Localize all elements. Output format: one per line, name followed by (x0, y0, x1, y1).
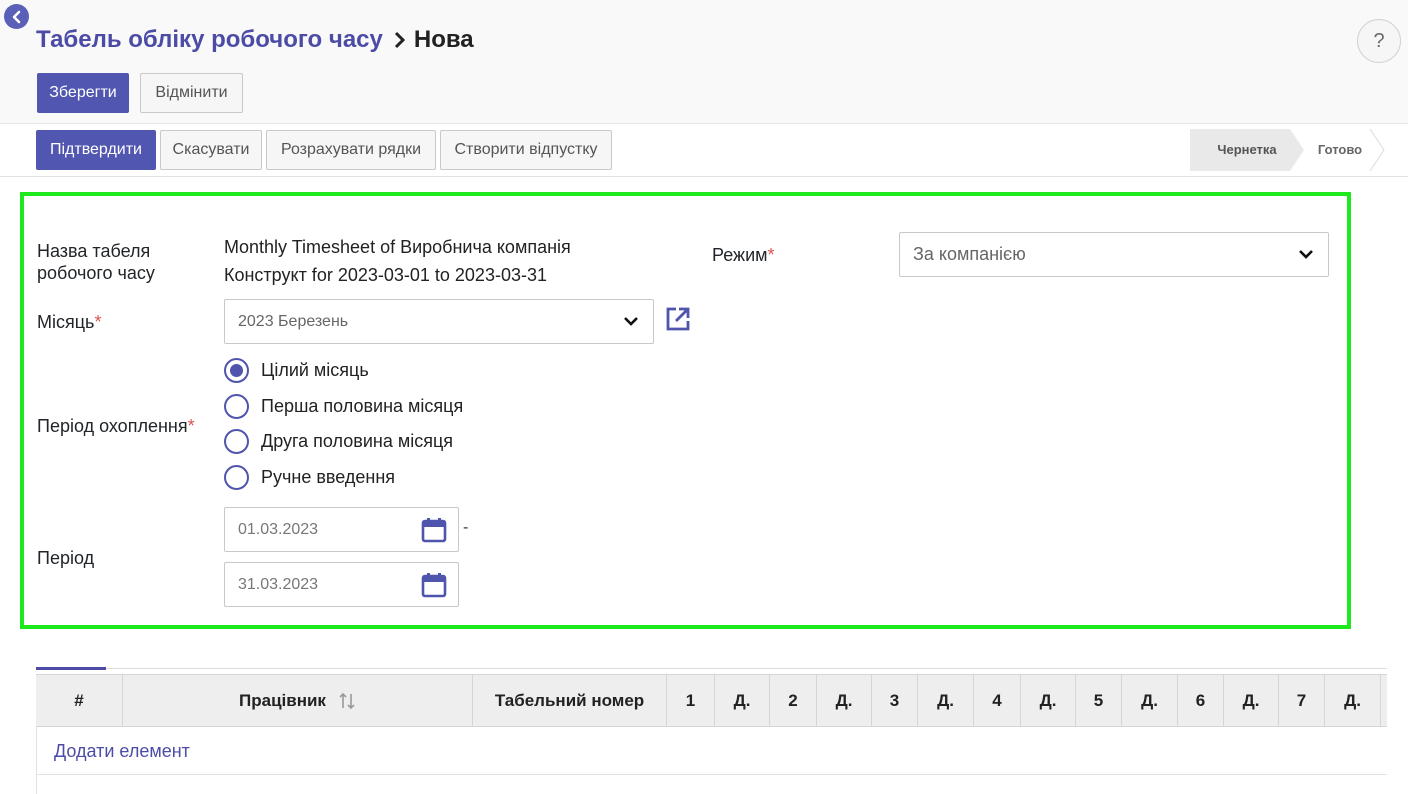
mode-select-value: За компанією (913, 244, 1026, 264)
period-to-input[interactable]: 31.03.2023 (224, 562, 459, 607)
add-item-link[interactable]: Додати елемент (54, 741, 190, 762)
chevron-down-icon (1298, 246, 1314, 267)
notebook-tab-line (36, 668, 1387, 669)
period-separator: - (463, 519, 469, 536)
mode-label-text: Режим (712, 245, 768, 265)
period-label: Період (37, 548, 95, 568)
chevron-left-icon (10, 10, 24, 24)
calendar-icon[interactable] (421, 517, 447, 548)
timesheet-name-value-line2: Конструкт for 2023-03-01 to 2023-03-31 (224, 265, 547, 285)
timesheet-name-label-line1: Назва табеля (37, 241, 151, 261)
column-header-day-1: 1 (666, 675, 714, 726)
month-select[interactable]: 2023 Березень (224, 299, 654, 344)
radio-whole-month[interactable]: Цілий місяць (224, 358, 369, 383)
radio-whole-month-label: Цілий місяць (261, 360, 369, 380)
compute-rows-button[interactable]: Розрахувати рядки (266, 130, 436, 170)
column-header-day-7: 7 (1278, 675, 1324, 726)
month-label-text: Місяць (37, 312, 95, 332)
column-header-day-3: 3 (871, 675, 917, 726)
month-select-value: 2023 Березень (238, 312, 349, 330)
mode-select[interactable]: За компанією (899, 232, 1329, 277)
breadcrumb-current: Нова (413, 26, 474, 53)
column-header-d-6: Д. (1223, 675, 1278, 726)
back-button[interactable] (4, 4, 29, 29)
coverage-period-label-text: Період охоплення (37, 416, 188, 436)
radio-second-half-label: Друга половина місяця (261, 431, 454, 451)
lines-table-header: # Працівник Табельний номер 1 Д. 2 Д. 3 … (36, 674, 1387, 727)
radio-second-half[interactable]: Друга половина місяця (224, 429, 453, 454)
timesheet-name-label: Назва табеля робочого часу (37, 240, 155, 284)
month-label: Місяць* (37, 311, 101, 333)
column-header-d-7: Д. (1324, 675, 1380, 726)
column-header-d-2: Д. (816, 675, 871, 726)
period-from-input[interactable]: 01.03.2023 (224, 507, 459, 552)
timesheet-name-label-line2: робочого часу (37, 263, 155, 283)
period-to-value: 31.03.2023 (238, 575, 319, 593)
calendar-icon[interactable] (421, 572, 447, 603)
radio-first-half[interactable]: Перша половина місяця (224, 394, 463, 419)
column-header-day-4: 4 (973, 675, 1020, 726)
status-step-done[interactable]: Готово (1306, 129, 1374, 170)
breadcrumb: Табель обліку робочого часу Нова (36, 26, 474, 54)
sort-icon[interactable] (338, 691, 356, 711)
discard-button[interactable]: Відмінити (140, 73, 243, 113)
timesheet-name-value-line1: Monthly Timesheet of Виробнича компанія (224, 237, 571, 257)
required-mark: * (94, 312, 102, 332)
column-header-index: # (74, 690, 84, 710)
radio-first-half-label: Перша половина місяця (261, 396, 464, 416)
coverage-period-label: Період охоплення* (37, 415, 195, 437)
status-step-draft: Чернетка (1217, 142, 1277, 157)
chevron-down-icon (623, 313, 639, 334)
tab-active-indicator[interactable] (36, 667, 106, 670)
column-header-employee[interactable]: Працівник (122, 675, 472, 726)
column-header-d-1: Д. (714, 675, 769, 726)
radio-unchecked-icon (224, 429, 249, 454)
column-header-d-4: Д. (1020, 675, 1075, 726)
radio-unchecked-icon (224, 394, 249, 419)
required-mark: * (187, 416, 195, 436)
create-leave-button[interactable]: Створити відпустку (440, 130, 612, 170)
mode-label: Режим* (712, 244, 775, 266)
confirm-button[interactable]: Підтвердити (36, 130, 156, 170)
cancel-button[interactable]: Скасувати (160, 130, 262, 170)
column-header-personnel-number[interactable]: Табельний номер (472, 675, 666, 726)
column-header-employee-label: Працівник (239, 690, 326, 710)
column-header-d-3: Д. (917, 675, 973, 726)
timesheet-name-value: Monthly Timesheet of Виробнича компанія … (224, 233, 571, 289)
radio-unchecked-icon (224, 465, 249, 490)
table-add-row: Додати елемент (36, 727, 1387, 775)
column-header-day-6: 6 (1177, 675, 1223, 726)
external-link-icon[interactable] (665, 306, 691, 337)
column-header-d-5: Д. (1121, 675, 1177, 726)
radio-manual-label: Ручне введення (261, 467, 396, 487)
column-header-overflow (1380, 675, 1387, 726)
breadcrumb-parent-link[interactable]: Табель обліку робочого часу (36, 26, 383, 54)
radio-checked-icon (224, 358, 249, 383)
required-mark: * (767, 245, 775, 265)
help-button[interactable]: ? (1357, 19, 1401, 63)
column-header-day-5: 5 (1075, 675, 1121, 726)
period-from-value: 01.03.2023 (238, 520, 319, 538)
chevron-right-icon (393, 31, 407, 49)
save-button[interactable]: Зберегти (37, 73, 129, 113)
radio-manual[interactable]: Ручне введення (224, 465, 395, 490)
column-header-day-2: 2 (769, 675, 816, 726)
